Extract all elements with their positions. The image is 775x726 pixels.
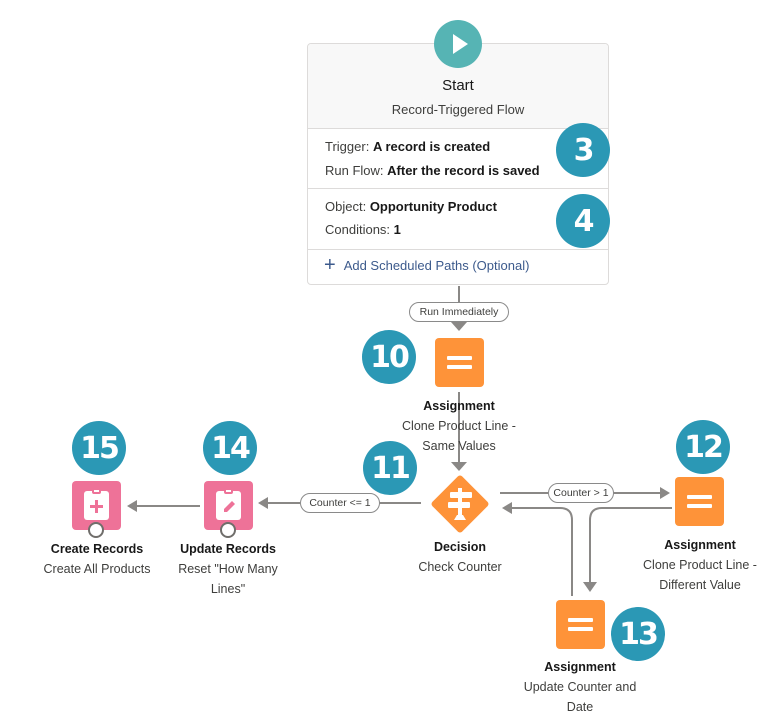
node-type: Assignment — [544, 660, 616, 674]
add-scheduled-paths-link[interactable]: + Add Scheduled Paths (Optional) — [324, 254, 530, 276]
object-label: Object: — [325, 199, 367, 214]
play-icon — [434, 20, 482, 68]
node-name: Update Counter and — [523, 680, 637, 694]
update-records-fault-connector[interactable] — [220, 522, 236, 538]
create-records-label: Create Records Create All Products — [27, 539, 167, 579]
node-name: Lines" — [210, 582, 246, 596]
create-records-fault-connector[interactable] — [88, 522, 104, 538]
arrow-into-decision-right — [502, 502, 512, 514]
arrow-into-create — [127, 500, 137, 512]
assignment-update-counter-label: Assignment Update Counter and Date — [500, 657, 660, 717]
assignment-same-values-node[interactable] — [435, 338, 484, 387]
assignment-same-values-label: Assignment Clone Product Line - Same Val… — [359, 396, 559, 456]
decision-node[interactable] — [426, 470, 494, 538]
update-records-label: Update Records Reset "How Many Lines" — [158, 539, 298, 599]
clipboard-edit-icon — [216, 488, 241, 520]
node-type: Assignment — [423, 399, 495, 413]
conditions-row: Conditions: 1 — [325, 222, 401, 237]
step-badge-3: 3 — [556, 123, 610, 177]
arrow-into-assign10 — [451, 322, 467, 331]
node-name: Clone Product Line - — [643, 558, 757, 572]
run-flow-label: Run Flow: — [325, 163, 384, 178]
arrow-into-assign12 — [660, 487, 670, 499]
node-type: Update Records — [180, 542, 276, 556]
trigger-value: A record is created — [372, 139, 491, 154]
decision-label: Decision Check Counter — [380, 537, 540, 577]
step-badge-13: 13 — [611, 607, 665, 661]
trigger-row: Trigger: A record is created — [325, 139, 490, 154]
counter-gt-1-label[interactable]: Counter > 1 — [548, 483, 614, 503]
plus-icon: + — [324, 254, 336, 276]
node-type: Decision — [433, 540, 487, 554]
step-badge-14: 14 — [203, 421, 257, 475]
node-type: Assignment — [664, 538, 736, 552]
object-row: Object: Opportunity Product — [325, 199, 497, 214]
step-badge-15: 15 — [72, 421, 126, 475]
counter-le-1-label[interactable]: Counter <= 1 — [300, 493, 380, 513]
node-name: Different Value — [659, 578, 741, 592]
assignment-update-counter-node[interactable] — [556, 600, 605, 649]
start-title: Start — [442, 77, 474, 94]
arrow-into-update — [258, 497, 268, 509]
node-name: Check Counter — [418, 560, 502, 574]
trigger-label: Trigger: — [325, 139, 370, 154]
node-name: Create All Products — [43, 562, 151, 576]
conditions-value: 1 — [393, 222, 401, 237]
run-immediately-label[interactable]: Run Immediately — [409, 302, 509, 322]
run-flow-row: Run Flow: After the record is saved — [325, 163, 540, 178]
clipboard-add-icon — [84, 488, 109, 520]
node-type: Create Records — [50, 542, 144, 556]
assignment-different-value-label: Assignment Clone Product Line - Differen… — [620, 535, 775, 595]
step-badge-4: 4 — [556, 194, 610, 248]
node-name: Clone Product Line - — [402, 419, 516, 433]
assignment-different-value-node[interactable] — [675, 477, 724, 526]
node-name: Date — [566, 700, 594, 714]
node-name: Reset "How Many — [178, 562, 278, 576]
conditions-label: Conditions: — [325, 222, 391, 237]
object-value: Opportunity Product — [369, 199, 497, 214]
node-name: Same Values — [422, 439, 496, 453]
add-scheduled-paths-label: Add Scheduled Paths (Optional) — [343, 258, 530, 273]
start-subtitle: Record-Triggered Flow — [391, 102, 525, 117]
run-flow-value: After the record is saved — [387, 163, 540, 178]
step-badge-10: 10 — [362, 330, 416, 384]
step-badge-12: 12 — [676, 420, 730, 474]
arrow-into-assign13 — [583, 582, 597, 592]
